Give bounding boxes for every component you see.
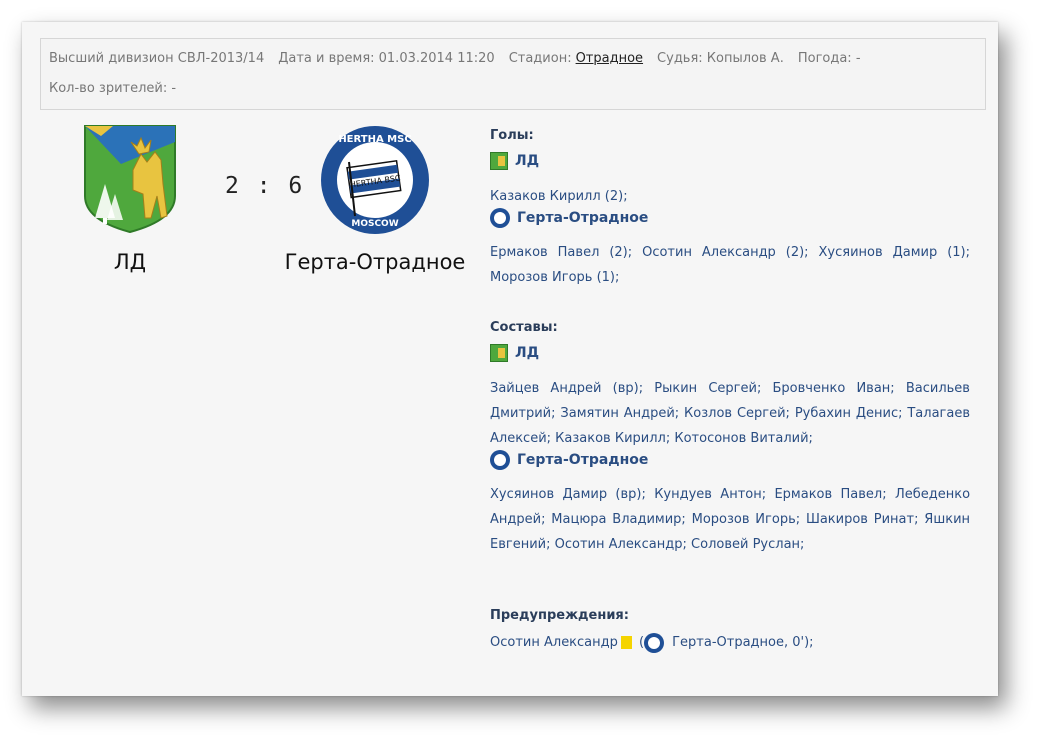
datetime-text: Дата и время: 01.03.2014 11:20 — [278, 51, 495, 66]
player-link[interactable]: Соловей Руслан; — [691, 537, 804, 552]
player-link[interactable]: Морозов Игорь (1); — [490, 270, 619, 285]
player-link[interactable]: Рубахин Денис; — [795, 406, 903, 421]
player-link[interactable]: Рыкин Сергей; — [654, 381, 761, 396]
player-link[interactable]: Морозов Игорь; — [692, 512, 801, 527]
lineups-away-team[interactable]: Герта-Отрадное — [490, 450, 648, 470]
stadium-link[interactable]: Отрадное — [576, 51, 643, 66]
player-link[interactable]: Зайцев Андрей (вр); — [490, 381, 643, 396]
hertha-bottom-text: MOSCOW — [351, 219, 398, 229]
lineups-home-players: Зайцев Андрей (вр); Рыкин Сергей; Бровче… — [490, 376, 970, 451]
player-link[interactable]: Ермаков Павел; — [774, 487, 886, 502]
player-link[interactable]: Хусяинов Дамир (1); — [819, 245, 970, 260]
info-line-1: Высший дивизион СВЛ-2013/14 Дата и время:… — [49, 51, 875, 66]
player-link[interactable]: Казаков Кирилл (2); — [490, 189, 628, 204]
goals-home-scorers: Казаков Кирилл (2); — [490, 184, 970, 209]
yellow-card-icon — [620, 636, 632, 649]
hertha-top-text: HERTHA MSC — [338, 134, 411, 145]
goals-away-team-label: Герта-Отрадное — [517, 210, 649, 226]
goals-title: Голы: — [490, 128, 534, 143]
warning-team-minute[interactable]: Герта-Отрадное, 0'); — [672, 635, 813, 650]
player-link[interactable]: Замятин Андрей; — [560, 406, 679, 421]
player-link[interactable]: Козлов Сергей; — [684, 406, 790, 421]
player-link[interactable]: Ермаков Павел (2); — [490, 245, 632, 260]
player-link[interactable]: Шакиров Ринат; — [806, 512, 919, 527]
lineups-title: Составы: — [490, 320, 558, 335]
warnings-title: Предупреждения: — [490, 608, 629, 623]
ld-crest-icon — [490, 344, 508, 362]
away-team-block: HERTHA BSC HERTHA MSC MOSCOW Герта-Отрад… — [282, 124, 468, 274]
stadium-label: Стадион: Отрадное — [508, 51, 644, 66]
spectators-text: Кол-во зрителей: - — [49, 81, 177, 96]
goals-away-scorers: Ермаков Павел (2); Осотин Александр (2);… — [490, 240, 970, 290]
ld-crest-icon — [490, 152, 508, 170]
hertha-msc-moscow-icon[interactable]: HERTHA BSC HERTHA MSC MOSCOW — [319, 124, 431, 236]
player-link[interactable]: Хусяинов Дамир (вр); — [490, 487, 646, 502]
lineups-away-team-label: Герта-Отрадное — [517, 452, 649, 468]
home-team-block: ЛД — [74, 124, 186, 274]
warning-player[interactable]: Осотин Александр — [490, 635, 618, 650]
player-link[interactable]: Осотин Александр (2); — [642, 245, 808, 260]
match-info-bar: Высший дивизион СВЛ-2013/14 Дата и время:… — [40, 38, 986, 110]
player-link[interactable]: Осотин Александр; — [555, 537, 687, 552]
lineups-away-players: Хусяинов Дамир (вр); Кундуев Антон; Ерма… — [490, 482, 970, 557]
player-link[interactable]: Мацюра Владимир; — [551, 512, 686, 527]
goals-home-team-label: ЛД — [515, 153, 540, 169]
goals-home-team[interactable]: ЛД — [490, 152, 539, 170]
hertha-crest-icon — [644, 632, 665, 653]
moose-crest-icon[interactable] — [81, 124, 179, 234]
player-link[interactable]: Казаков Кирилл; — [555, 431, 670, 446]
player-link[interactable]: Бровченко Иван; — [773, 381, 895, 396]
player-link[interactable]: Кундуев Антон; — [654, 487, 766, 502]
hertha-crest-icon — [490, 450, 510, 470]
match-card: Высший дивизион СВЛ-2013/14 Дата и время:… — [22, 22, 998, 696]
goals-away-team[interactable]: Герта-Отрадное — [490, 208, 648, 228]
info-line-2: Кол-во зрителей: - — [49, 81, 190, 96]
warning-row: Осотин Александр (Герта-Отрадное, 0'); — [490, 630, 970, 655]
division-text: Высший дивизион СВЛ-2013/14 — [49, 51, 265, 66]
away-team-name[interactable]: Герта-Отрадное — [282, 250, 468, 274]
referee-text: Судья: Копылов А. — [657, 51, 784, 66]
weather-text: Погода: - — [797, 51, 861, 66]
lineups-home-team-label: ЛД — [515, 345, 540, 361]
home-team-name[interactable]: ЛД — [74, 250, 186, 274]
player-link[interactable]: Котосонов Виталий; — [674, 431, 813, 446]
lineups-home-team[interactable]: ЛД — [490, 344, 539, 362]
hertha-crest-icon — [490, 208, 510, 228]
